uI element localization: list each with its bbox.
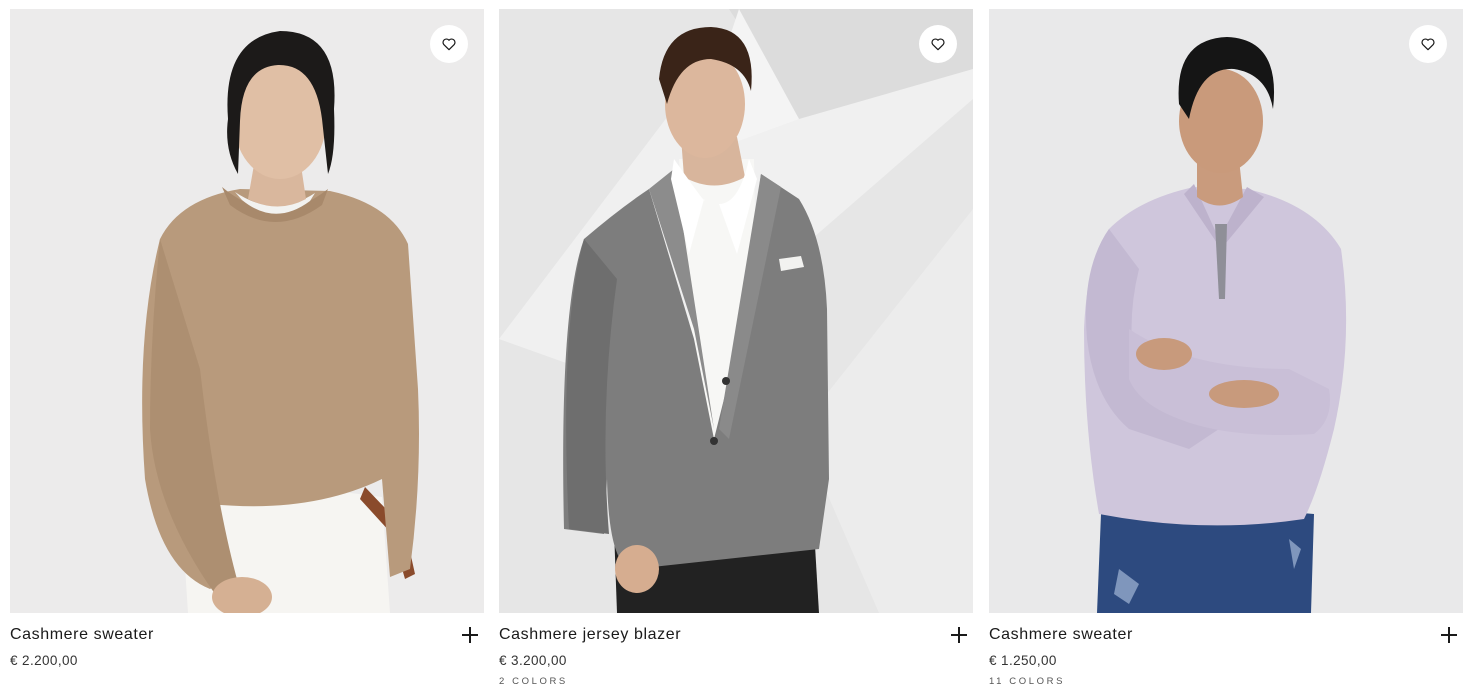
- product-info: Cashmere jersey blazer € 3.200,00 2 colo…: [499, 613, 973, 690]
- heart-icon: [931, 38, 945, 51]
- wishlist-button[interactable]: [919, 25, 957, 63]
- product-photo-sweater-lilac: [989, 9, 1463, 613]
- product-name[interactable]: Cashmere jersey blazer: [499, 626, 681, 644]
- product-name[interactable]: Cashmere sweater: [10, 626, 154, 644]
- product-info: Cashmere sweater € 2.200,00: [10, 613, 484, 690]
- product-name[interactable]: Cashmere sweater: [989, 626, 1133, 644]
- product-grid: Cashmere sweater € 2.200,00 Cashmere jer…: [10, 9, 1464, 690]
- product-price: € 1.250,00: [989, 653, 1057, 668]
- product-image[interactable]: [989, 9, 1463, 613]
- product-card[interactable]: Cashmere jersey blazer € 3.200,00 2 colo…: [499, 9, 973, 690]
- quick-add-plus-icon[interactable]: [1441, 627, 1457, 643]
- wishlist-button[interactable]: [1409, 25, 1447, 63]
- product-info: Cashmere sweater € 1.250,00 11 colors: [989, 613, 1463, 690]
- wishlist-button[interactable]: [430, 25, 468, 63]
- product-photo-blazer-grey: [499, 9, 973, 613]
- product-colors-count: 2 colors: [499, 676, 568, 687]
- product-card[interactable]: Cashmere sweater € 1.250,00 11 colors: [989, 9, 1463, 690]
- heart-icon: [442, 38, 456, 51]
- product-price: € 2.200,00: [10, 653, 78, 668]
- product-image[interactable]: [10, 9, 484, 613]
- quick-add-plus-icon[interactable]: [951, 627, 967, 643]
- product-card[interactable]: Cashmere sweater € 2.200,00: [10, 9, 484, 690]
- product-photo-sweater-beige: [10, 9, 484, 613]
- product-image[interactable]: [499, 9, 973, 613]
- product-price: € 3.200,00: [499, 653, 567, 668]
- product-colors-count: 11 colors: [989, 676, 1066, 687]
- quick-add-plus-icon[interactable]: [462, 627, 478, 643]
- heart-icon: [1421, 38, 1435, 51]
